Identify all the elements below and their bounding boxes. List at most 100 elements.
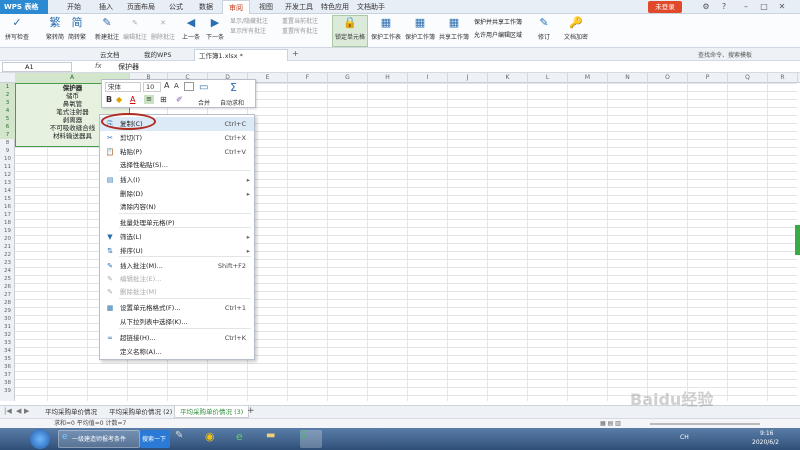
- bold-icon[interactable]: B: [106, 95, 112, 104]
- row-header[interactable]: 3: [0, 99, 15, 107]
- col-header[interactable]: M: [568, 73, 608, 83]
- maximize-icon[interactable]: □: [758, 1, 770, 13]
- row-header[interactable]: 28: [0, 299, 15, 307]
- reset-current-comment-button[interactable]: 重置当前批注: [282, 16, 318, 25]
- menu-item[interactable]: 清除内容(N): [100, 200, 254, 214]
- row-header[interactable]: 11: [0, 163, 15, 171]
- row-header[interactable]: 29: [0, 307, 15, 315]
- menu-item[interactable]: 定义名称(A)...: [100, 345, 254, 359]
- col-header[interactable]: O: [648, 73, 688, 83]
- tab-insert[interactable]: 插入: [92, 0, 120, 14]
- menu-item[interactable]: ✎ 删除批注(M): [100, 285, 254, 299]
- settings-icon[interactable]: ⚙: [700, 1, 712, 13]
- sheet-tab-1[interactable]: 平均采购单价情况: [40, 406, 102, 418]
- tab-doc-assistant[interactable]: 文档助手: [354, 0, 388, 14]
- row-header[interactable]: 37: [0, 371, 15, 379]
- borders-icon[interactable]: ⊞: [160, 95, 167, 104]
- row-header[interactable]: 20: [0, 235, 15, 243]
- add-sheet-icon[interactable]: +: [247, 406, 255, 416]
- tab-start[interactable]: 开始: [60, 0, 88, 14]
- row-header[interactable]: 34: [0, 347, 15, 355]
- minimize-icon[interactable]: –: [740, 1, 752, 13]
- row-header[interactable]: 6: [0, 123, 15, 131]
- reset-all-comments-button[interactable]: 重置所有批注: [282, 26, 318, 35]
- ime-indicator[interactable]: CH: [680, 434, 689, 441]
- grow-font-icon[interactable]: A: [164, 81, 169, 90]
- next-button[interactable]: ▶ 下一条: [204, 16, 226, 41]
- row-header[interactable]: 30: [0, 315, 15, 323]
- taskbar-wps[interactable]: S: [300, 430, 322, 448]
- menu-item[interactable]: 从下拉列表中选择(K)...: [100, 315, 254, 329]
- row-header[interactable]: 8: [0, 139, 15, 147]
- row-header[interactable]: 4: [0, 107, 15, 115]
- show-hide-comment-button[interactable]: 显示/隐藏批注: [230, 16, 268, 25]
- row-header[interactable]: 26: [0, 283, 15, 291]
- row-header[interactable]: 9: [0, 147, 15, 155]
- row-header[interactable]: 10: [0, 155, 15, 163]
- row-header[interactable]: 18: [0, 219, 15, 227]
- col-header[interactable]: H: [368, 73, 408, 83]
- menu-item[interactable]: ✂ 剪切(T) Ctrl+X: [100, 131, 254, 145]
- row-header[interactable]: 32: [0, 331, 15, 339]
- row-header[interactable]: 17: [0, 211, 15, 219]
- tab-developer[interactable]: 开发工具: [282, 0, 316, 14]
- row-header[interactable]: 7: [0, 131, 15, 139]
- allow-user-edit-button[interactable]: 允许用户编辑区域: [474, 30, 522, 39]
- menu-item[interactable]: ⇅ 排序(U) ▸: [100, 244, 254, 258]
- protect-share-workbook-button[interactable]: 保护并共享工作簿: [474, 17, 522, 26]
- new-comment-button[interactable]: ✎ 新建批注: [94, 16, 120, 41]
- sheet-tab-2[interactable]: 平均采购单价情况 (2): [104, 406, 177, 418]
- row-header[interactable]: 33: [0, 339, 15, 347]
- col-header[interactable]: J: [448, 73, 488, 83]
- sheet-tab-3[interactable]: 平均采购单价情况 (3): [174, 406, 250, 418]
- revise-button[interactable]: ✎ 修订: [534, 16, 554, 41]
- row-header[interactable]: 21: [0, 243, 15, 251]
- col-header[interactable]: K: [488, 73, 528, 83]
- zoom-slider[interactable]: [650, 423, 760, 425]
- clear-format-icon[interactable]: ✐: [176, 95, 183, 104]
- first-sheet-icon[interactable]: |◀: [4, 407, 12, 415]
- menu-item[interactable]: 📋 粘贴(P) Ctrl+V: [100, 145, 254, 159]
- menu-item[interactable]: 批量处理单元格(P): [100, 216, 254, 230]
- row-header[interactable]: 1: [0, 83, 15, 91]
- row-header[interactable]: 39: [0, 387, 15, 395]
- font-size-select[interactable]: 10: [143, 82, 161, 92]
- tab-page-layout[interactable]: 页面布局: [122, 0, 160, 14]
- fill-color-icon[interactable]: ◆: [116, 95, 122, 104]
- protect-workbook-button[interactable]: ▦ 保护工作簿: [404, 16, 436, 41]
- row-header[interactable]: 14: [0, 187, 15, 195]
- row-header[interactable]: 31: [0, 323, 15, 331]
- doctab-cloud[interactable]: 云文档: [96, 49, 124, 61]
- menu-item[interactable]: ▼ 筛选(L) ▸: [100, 230, 254, 244]
- show-all-comments-button[interactable]: 显示所有批注: [230, 26, 266, 35]
- col-header[interactable]: N: [608, 73, 648, 83]
- menu-item[interactable]: ▦ 设置单元格格式(F)... Ctrl+1: [100, 301, 254, 315]
- simp-to-trad-button[interactable]: 简简转繁: [66, 16, 88, 41]
- protect-sheet-button[interactable]: ▦ 保护工作表: [370, 16, 402, 41]
- taskbar-ie2[interactable]: e: [236, 430, 256, 448]
- col-header[interactable]: P: [688, 73, 728, 83]
- row-header[interactable]: 27: [0, 291, 15, 299]
- doc-encrypt-button[interactable]: 🔑 文档加密: [562, 16, 590, 41]
- row-header[interactable]: 19: [0, 227, 15, 235]
- menu-item[interactable]: ∞ 超链接(H)... Ctrl+K: [100, 331, 254, 345]
- format-painter-icon[interactable]: [184, 82, 194, 91]
- row-header[interactable]: 38: [0, 379, 15, 387]
- taskbar-chrome[interactable]: ◉: [205, 430, 225, 448]
- prev-button[interactable]: ◀ 上一条: [180, 16, 202, 41]
- menu-item[interactable]: ✎ 编辑批注(E)...: [100, 272, 254, 286]
- menu-item[interactable]: 删除(D) ▸: [100, 187, 254, 201]
- tab-data[interactable]: 数据: [192, 0, 220, 14]
- prev-sheet-icon[interactable]: ◀: [16, 407, 21, 415]
- tab-formula[interactable]: 公式: [162, 0, 190, 14]
- row-header[interactable]: 12: [0, 171, 15, 179]
- font-color-icon[interactable]: A: [130, 95, 135, 104]
- login-button[interactable]: 未登录: [648, 1, 682, 13]
- row-header[interactable]: 22: [0, 251, 15, 259]
- next-sheet-icon[interactable]: ▶: [24, 407, 29, 415]
- col-header[interactable]: L: [528, 73, 568, 83]
- row-header[interactable]: 24: [0, 267, 15, 275]
- fx-icon[interactable]: fx: [95, 62, 102, 70]
- row-header[interactable]: 13: [0, 179, 15, 187]
- menu-item[interactable]: ✎ 插入批注(M)... Shift+F2: [100, 259, 254, 273]
